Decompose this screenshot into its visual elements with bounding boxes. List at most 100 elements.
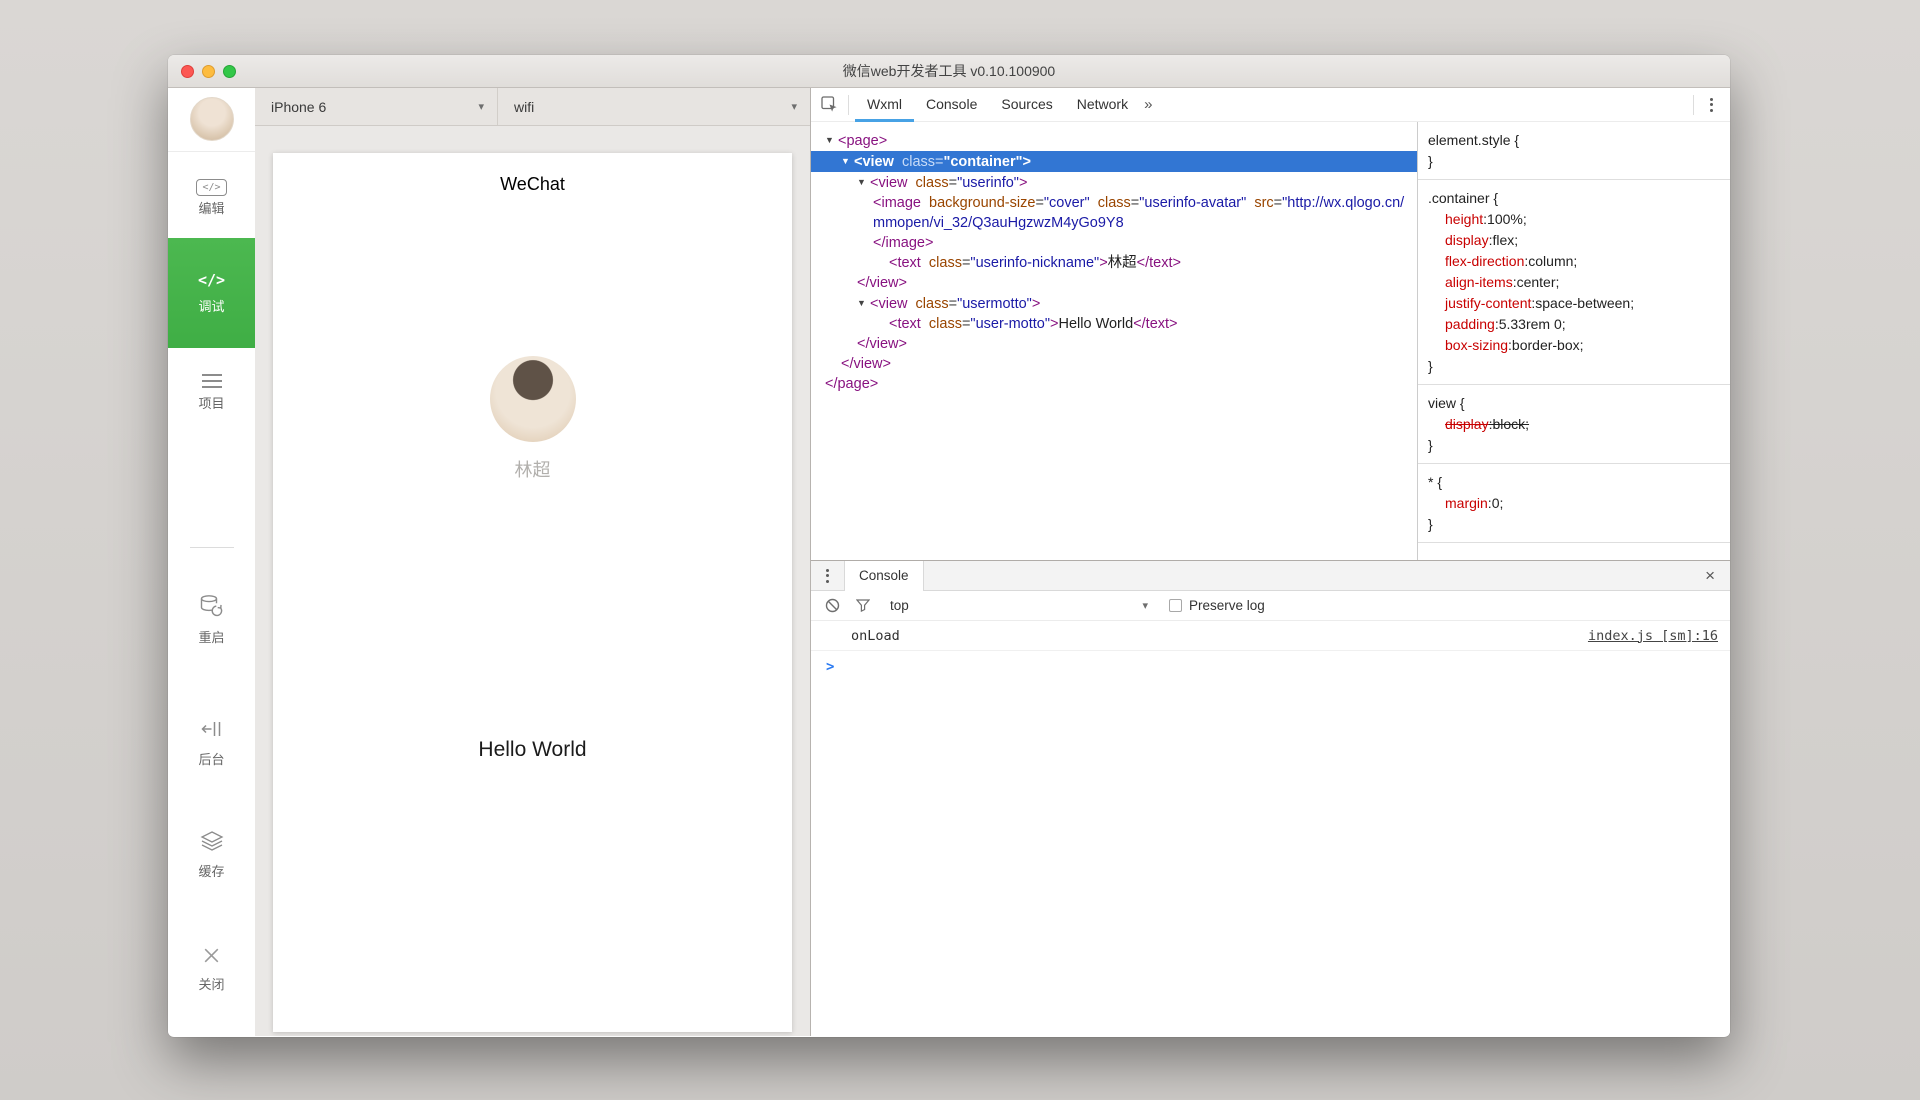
tree-node[interactable]: ▼ <view class="userinfo">: [811, 172, 1417, 193]
sidebar-avatar-wrap: [168, 88, 255, 152]
user-avatar[interactable]: [189, 97, 234, 141]
style-rule: element.style {}: [1418, 122, 1730, 180]
devtools-menu-icon[interactable]: [1706, 94, 1717, 116]
userinfo-avatar-image[interactable]: [489, 356, 576, 442]
wxml-element-tree: ▼ <page> ▼ <view class="container"> ▼ <view c…: [811, 122, 1417, 560]
sidebar-item-project[interactable]: 项目: [168, 374, 255, 411]
devtools-tab-sources[interactable]: Sources: [989, 88, 1064, 122]
device-select[interactable]: iPhone 6 ▾: [255, 88, 498, 125]
style-rule: .container {height:100%; display:flex; fle…: [1418, 180, 1730, 385]
sidebar-item-debug[interactable]: </> 调试: [168, 238, 255, 348]
drawer-menu-icon[interactable]: [811, 561, 844, 590]
close-drawer-icon[interactable]: ×: [1690, 561, 1730, 590]
tree-node[interactable]: </view>: [811, 354, 1417, 374]
title-bar: 微信web开发者工具 v0.10.100900: [168, 55, 1730, 88]
sidebar-item-restart[interactable]: 重启: [168, 594, 255, 645]
tree-node[interactable]: </page>: [811, 374, 1417, 394]
console-log-message: onLoad: [851, 627, 900, 644]
style-property[interactable]: flex-direction:column;: [1428, 251, 1720, 272]
app-window: 微信web开发者工具 v0.10.100900 </> 编辑 </> 调试项目重启后台…: [168, 55, 1730, 1037]
execution-context-select[interactable]: top ▾: [890, 598, 1148, 613]
sidebar: </> 编辑 </> 调试项目重启后台缓存关闭: [168, 88, 255, 1036]
style-close-brace: }: [1428, 153, 1433, 169]
sidebar-item-cache[interactable]: 缓存: [168, 829, 255, 879]
db-refresh-icon: [199, 594, 225, 622]
expand-arrow-icon[interactable]: ▼: [857, 293, 870, 313]
expand-arrow-icon[interactable]: ▼: [841, 151, 854, 171]
style-close-brace: }: [1428, 516, 1433, 532]
console-prompt-chevron[interactable]: >: [811, 651, 1730, 675]
console-log-list: onLoad index.js [sm]:16: [811, 621, 1730, 651]
devtools-tab-bar: Wxml Console Sources Network»: [811, 88, 1730, 122]
style-property[interactable]: display:block;: [1428, 414, 1720, 435]
console-drawer: Console × top ▾ Preserve log onLoad inde…: [811, 560, 1730, 1036]
userinfo-nickname: 林超: [514, 460, 551, 480]
style-property[interactable]: align-items:center;: [1428, 272, 1720, 293]
style-property[interactable]: margin:0;: [1428, 493, 1720, 514]
device-toolbar: iPhone 6 ▾ wifi ▾: [255, 88, 810, 126]
filter-icon[interactable]: [856, 599, 870, 612]
console-log-row: onLoad index.js [sm]:16: [811, 621, 1730, 651]
style-property[interactable]: justify-content:space-between;: [1428, 293, 1720, 314]
tree-node[interactable]: ▼ <view class="usermotto">: [811, 293, 1417, 314]
console-toolbar: top ▾ Preserve log: [811, 591, 1730, 621]
style-selector[interactable]: element.style {: [1428, 130, 1720, 151]
expand-arrow-icon[interactable]: ▼: [857, 172, 870, 192]
style-property[interactable]: display:flex;: [1428, 230, 1720, 251]
sidebar-item-label: 缓存: [198, 864, 225, 879]
devtools-tab-console[interactable]: Console: [914, 88, 989, 122]
execution-context-value: top: [890, 598, 909, 613]
chevron-down-icon: ▾: [1142, 600, 1148, 612]
devtools-tab-network[interactable]: Network: [1065, 88, 1140, 122]
sidebar-item-close[interactable]: 关闭: [168, 945, 255, 992]
close-window-button[interactable]: [181, 65, 194, 78]
divider: [1693, 94, 1694, 115]
divider: [848, 94, 849, 115]
tree-node[interactable]: </image>: [811, 233, 1417, 253]
tab-overflow-button[interactable]: »: [1144, 96, 1152, 113]
code-icon: </>: [197, 270, 226, 289]
style-selector[interactable]: * {: [1428, 472, 1720, 493]
minimize-window-button[interactable]: [202, 65, 215, 78]
inspect-element-icon[interactable]: [821, 96, 838, 113]
console-drawer-tab-bar: Console ×: [811, 561, 1730, 591]
device-select-value: iPhone 6: [271, 98, 327, 115]
style-close-brace: }: [1428, 437, 1433, 453]
sidebar-item-edit[interactable]: </> 编辑: [168, 178, 255, 216]
zoom-window-button[interactable]: [223, 65, 236, 78]
network-select[interactable]: wifi ▾: [498, 88, 810, 125]
tree-node[interactable]: <image background-size="cover" class="us…: [811, 193, 1417, 233]
style-property[interactable]: height:100%;: [1428, 209, 1720, 230]
simulator-pane: iPhone 6 ▾ wifi ▾ WeChat 林超 Hello World: [255, 88, 810, 1036]
style-selector[interactable]: .container {: [1428, 188, 1720, 209]
sidebar-item-label: 重启: [198, 630, 225, 645]
expand-arrow-icon[interactable]: ▼: [825, 130, 838, 150]
devtools-tab-wxml[interactable]: Wxml: [855, 88, 914, 122]
miniprogram-navbar-title: WeChat: [500, 174, 565, 194]
tree-node[interactable]: <text class="user-motto">Hello World</te…: [811, 314, 1417, 334]
style-selector[interactable]: view {: [1428, 393, 1720, 414]
simulator-canvas-wrap: WeChat 林超 Hello World: [255, 126, 810, 1036]
tree-node-selected[interactable]: ▼ <view class="container">: [811, 151, 1417, 172]
clear-console-icon[interactable]: [825, 598, 840, 613]
simulator-screen[interactable]: WeChat 林超 Hello World: [273, 153, 792, 1032]
preserve-log-checkbox[interactable]: [1169, 599, 1182, 612]
tree-node[interactable]: ▼ <page>: [811, 130, 1417, 151]
style-property[interactable]: padding:5.33rem 0;: [1428, 314, 1720, 335]
to-back-icon: [200, 717, 224, 744]
devtools-pane: Wxml Console Sources Network» ▼ <page> ▼ <view…: [810, 88, 1730, 1036]
tree-node[interactable]: <text class="userinfo-nickname">林超</text…: [811, 253, 1417, 273]
tree-node[interactable]: </view>: [811, 273, 1417, 293]
style-property[interactable]: box-sizing:border-box;: [1428, 335, 1720, 356]
sidebar-item-label: 关闭: [198, 977, 225, 992]
code-box-icon: </>: [196, 178, 227, 196]
tree-node[interactable]: </view>: [811, 334, 1417, 354]
console-log-source-link[interactable]: index.js [sm]:16: [1588, 628, 1718, 644]
close-icon: [201, 945, 222, 969]
chevron-down-icon: ▾: [791, 101, 797, 113]
style-rule: view {display:block;}: [1418, 385, 1730, 464]
sidebar-item-background[interactable]: 后台: [168, 717, 255, 767]
preserve-log-label: Preserve log: [1189, 598, 1265, 613]
console-drawer-tab[interactable]: Console: [844, 561, 924, 591]
menu-icon: [201, 374, 222, 388]
